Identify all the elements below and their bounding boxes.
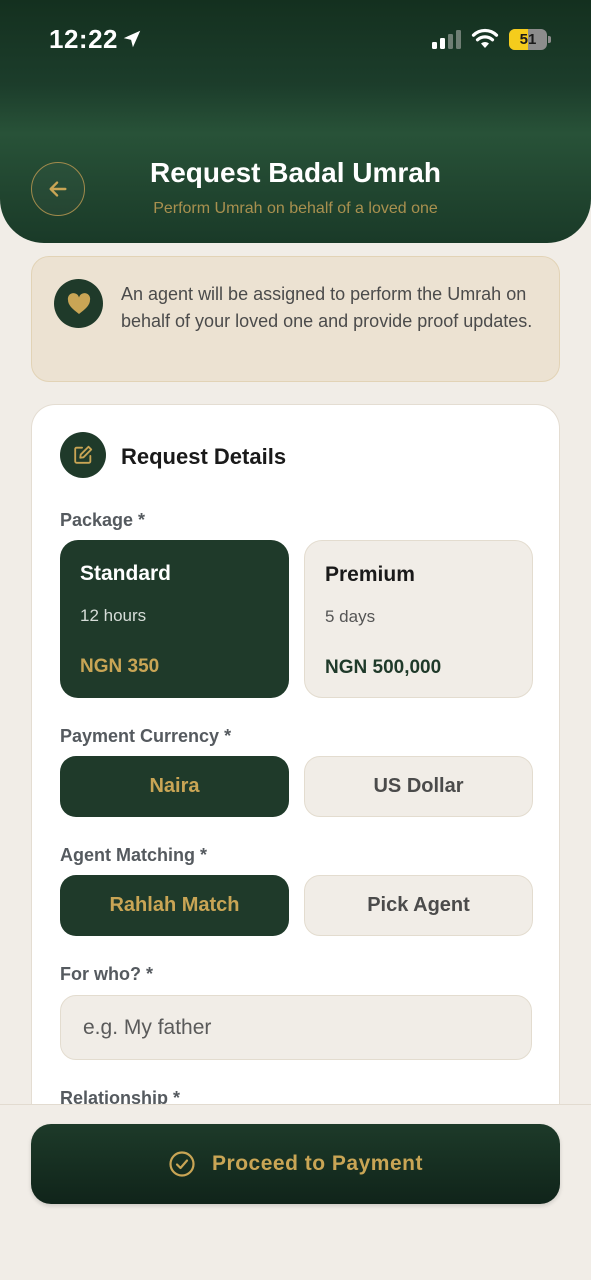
proceed-to-payment-button[interactable]: Proceed to Payment	[31, 1124, 560, 1204]
package-name: Standard	[80, 562, 172, 585]
check-circle-icon	[169, 1151, 195, 1177]
battery-icon: 51	[509, 29, 547, 50]
agent-option-rahlah-match[interactable]: Rahlah Match	[60, 875, 289, 936]
package-option-standard[interactable]: Standard 12 hours NGN 350	[60, 540, 289, 698]
heart-badge	[54, 279, 103, 328]
edit-badge	[60, 432, 106, 478]
agent-option-pick-agent[interactable]: Pick Agent	[304, 875, 533, 936]
proceed-label: Proceed to Payment	[212, 1152, 423, 1175]
battery-percent: 51	[519, 31, 537, 48]
package-price: NGN 350	[80, 656, 160, 677]
location-arrow-icon	[123, 30, 141, 48]
package-name: Premium	[325, 563, 415, 586]
agent-matching-label: Agent Matching *	[60, 845, 207, 865]
for-who-label: For who? *	[60, 964, 153, 984]
for-who-input[interactable]	[60, 995, 532, 1060]
request-details-card: Request Details Package * Standard 12 ho…	[31, 404, 560, 1124]
currency-option-usd[interactable]: US Dollar	[304, 756, 533, 817]
page-header: 12:22 51 Request Badal Umrah Perform Umr…	[0, 0, 591, 243]
wifi-icon	[471, 28, 499, 48]
package-duration: 12 hours	[80, 606, 147, 625]
battery-tip	[548, 36, 551, 43]
package-option-premium[interactable]: Premium 5 days NGN 500,000	[304, 540, 533, 698]
section-title: Request Details	[121, 444, 287, 469]
heart-icon	[67, 292, 90, 314]
status-time: 12:22	[49, 24, 118, 54]
cellular-signal-icon	[432, 30, 461, 49]
status-bar: 12:22 51	[0, 0, 591, 80]
currency-label: Payment Currency *	[60, 726, 232, 746]
edit-icon	[74, 445, 93, 464]
currency-option-naira[interactable]: Naira	[60, 756, 289, 817]
page-title: Request Badal Umrah	[150, 157, 441, 188]
info-text: An agent will be assigned to perform the…	[121, 284, 533, 331]
package-duration: 5 days	[325, 607, 376, 626]
page-subtitle: Perform Umrah on behalf of a loved one	[153, 200, 438, 217]
info-notice-card: An agent will be assigned to perform the…	[31, 256, 560, 382]
package-price: NGN 500,000	[325, 657, 442, 678]
package-label: Package *	[60, 510, 146, 530]
